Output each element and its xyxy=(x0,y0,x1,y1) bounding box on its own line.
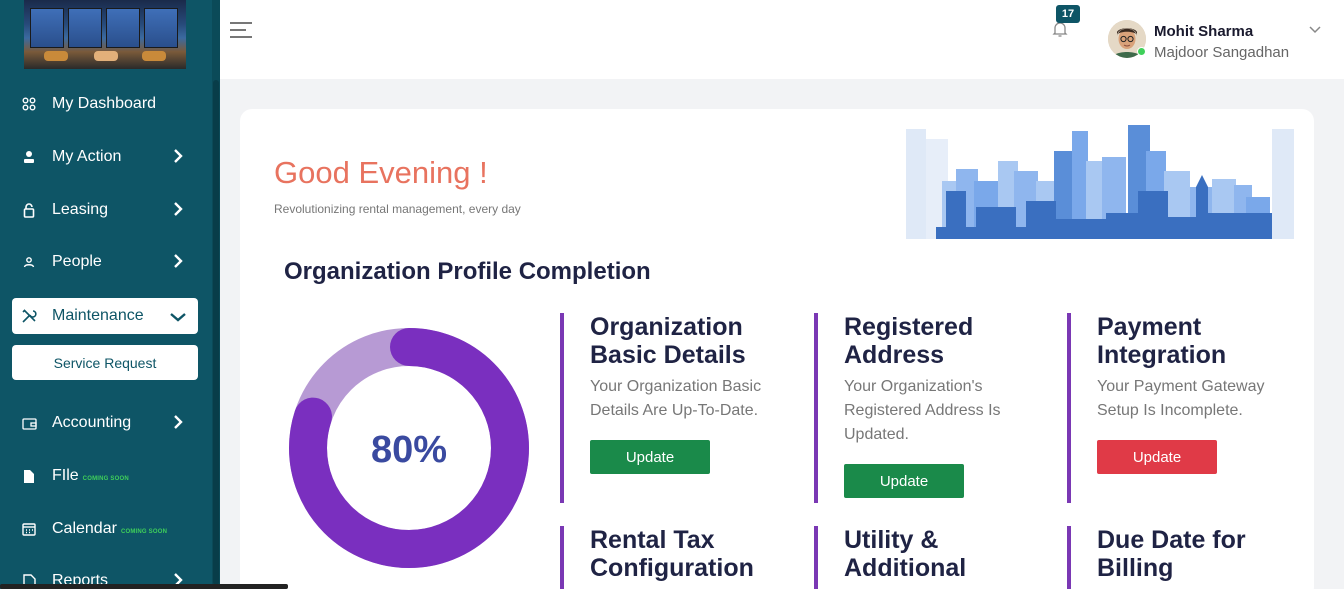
sidebar-subitem-service-request[interactable]: Service Request xyxy=(12,345,198,380)
sidebar-item-calendar[interactable]: Calendar COMING SOON xyxy=(12,511,198,547)
task-title: Utility & Additional xyxy=(844,526,967,582)
lock-icon xyxy=(20,201,38,219)
sidebar-item-file[interactable]: FIle COMING SOON xyxy=(12,458,198,494)
wallet-icon xyxy=(20,414,38,432)
sidebar-scrollbar-thumb[interactable] xyxy=(213,80,219,585)
sidebar-item-label: Accounting xyxy=(52,414,132,431)
coming-soon-badge: COMING SOON xyxy=(82,476,129,482)
chevron-down-icon[interactable] xyxy=(1308,22,1322,36)
top-header: 17 Mohit Sharma Majdoor Sangadhan xyxy=(220,0,1344,79)
online-status-dot xyxy=(1137,47,1146,56)
logo-image[interactable] xyxy=(24,0,186,69)
greeting-heading: Good Evening ! xyxy=(274,155,488,190)
user-name[interactable]: Mohit Sharma xyxy=(1154,23,1253,40)
horizontal-scrollbar[interactable] xyxy=(0,584,288,589)
task-title: Rental Tax Configuration xyxy=(590,526,754,582)
sidebar-scrollbar[interactable] xyxy=(212,0,220,589)
sidebar-item-label: My Action xyxy=(52,148,122,165)
task-description: Your Organization Basic Details Are Up-T… xyxy=(590,378,762,419)
chevron-right-icon xyxy=(168,200,188,221)
task-card-rental-tax: Rental Tax Configuration xyxy=(560,526,770,589)
sidebar: My Dashboard My Action Leasing People Ma… xyxy=(0,0,220,589)
task-card-basic-details: Organization Basic Details Your Organiza… xyxy=(560,313,770,503)
sidebar-item-maintenance[interactable]: Maintenance xyxy=(12,298,198,334)
menu-toggle-icon[interactable] xyxy=(230,22,252,40)
update-payment-integration-button[interactable]: Update xyxy=(1097,440,1217,474)
task-description: Your Payment Gateway Setup Is Incomplete… xyxy=(1097,378,1265,419)
task-title: Registered Address xyxy=(844,313,974,369)
task-description: Your Organization's Registered Address I… xyxy=(844,378,1001,443)
completion-percentage: 80% xyxy=(371,429,447,471)
section-title: Organization Profile Completion xyxy=(284,258,651,285)
sidebar-item-label: Calendar xyxy=(52,520,117,537)
chevron-right-icon xyxy=(168,147,188,168)
sidebar-item-label: FIle xyxy=(52,467,79,484)
tools-icon xyxy=(20,307,38,325)
chevron-down-icon xyxy=(168,306,188,327)
dashboard-card: Good Evening ! Revolutionizing rental ma… xyxy=(240,109,1314,589)
notification-badge[interactable]: 17 xyxy=(1056,5,1080,23)
coming-soon-badge: COMING SOON xyxy=(120,529,168,535)
sidebar-item-label-wrap: Calendar COMING SOON xyxy=(52,520,198,538)
profile-completion-donut: 80% xyxy=(289,328,529,568)
file-icon xyxy=(20,467,38,485)
grid-icon xyxy=(20,95,38,113)
user-organization: Majdoor Sangadhan xyxy=(1154,44,1290,61)
sidebar-item-accounting[interactable]: Accounting xyxy=(12,405,198,441)
calendar-icon xyxy=(20,520,38,538)
sidebar-item-my-action[interactable]: My Action xyxy=(12,139,198,175)
user-icon xyxy=(20,148,38,166)
sidebar-item-label-wrap: FIle COMING SOON xyxy=(52,467,198,485)
sidebar-item-label: People xyxy=(52,253,102,270)
sidebar-item-people[interactable]: People xyxy=(12,244,198,280)
people-icon xyxy=(20,253,38,271)
sidebar-item-label: Leasing xyxy=(52,201,109,218)
city-skyline-illustration xyxy=(906,125,1294,239)
task-title: Organization Basic Details xyxy=(590,313,746,369)
task-card-due-date: Due Date for Billing xyxy=(1067,526,1277,589)
task-card-registered-address: Registered Address Your Organization's R… xyxy=(814,313,1024,503)
task-title: Due Date for Billing xyxy=(1097,526,1246,582)
task-card-utility: Utility & Additional xyxy=(814,526,1024,589)
task-title: Payment Integration xyxy=(1097,313,1227,369)
sidebar-item-label: Maintenance xyxy=(52,307,144,324)
update-basic-details-button[interactable]: Update xyxy=(590,440,710,474)
sidebar-item-label: My Dashboard xyxy=(52,95,157,112)
chevron-right-icon xyxy=(168,413,188,434)
task-card-payment-integration: Payment Integration Your Payment Gateway… xyxy=(1067,313,1277,503)
sidebar-item-leasing[interactable]: Leasing xyxy=(12,192,198,228)
tagline: Revolutionizing rental management, every… xyxy=(274,202,521,216)
sidebar-item-dashboard[interactable]: My Dashboard xyxy=(12,86,198,122)
update-registered-address-button[interactable]: Update xyxy=(844,464,964,498)
chevron-right-icon xyxy=(168,252,188,273)
